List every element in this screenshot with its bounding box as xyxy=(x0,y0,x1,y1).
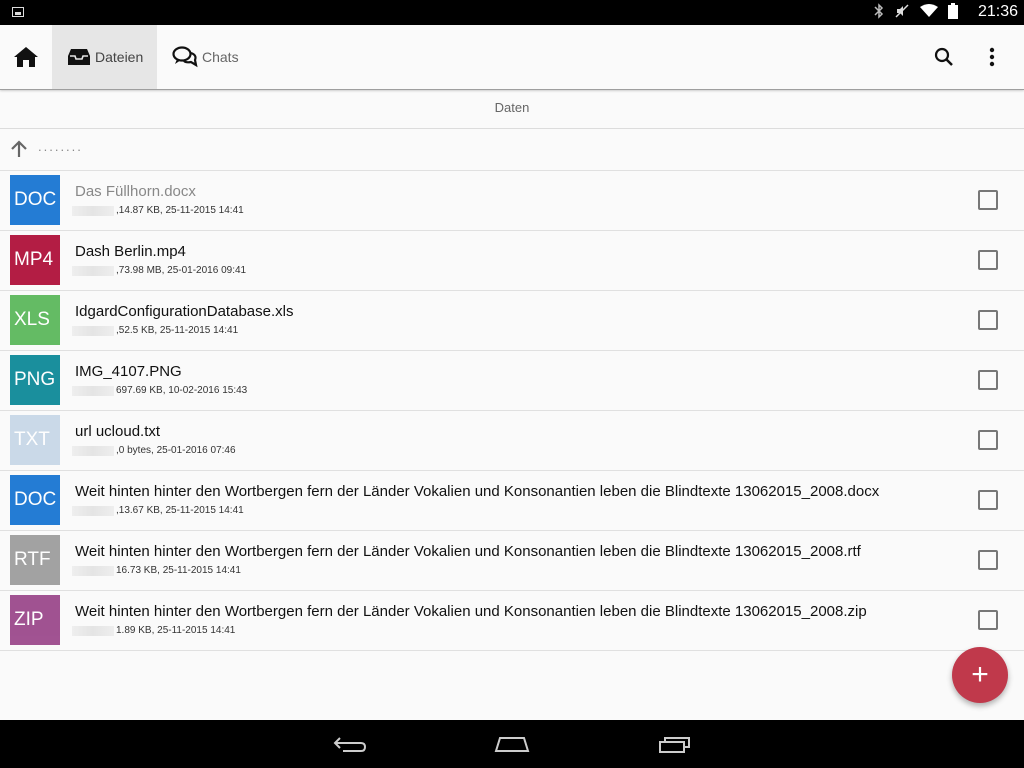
file-list: DOC Das Füllhorn.docx ,14.87 KB, 25-11-201… xyxy=(0,171,1024,651)
file-type-icon: TXT xyxy=(10,415,60,465)
file-meta: ,0 bytes, 25-01-2016 07:46 xyxy=(72,445,236,456)
navigation-bar xyxy=(0,720,1024,768)
file-row[interactable]: DOC Das Füllhorn.docx ,14.87 KB, 25-11-201… xyxy=(0,171,1024,231)
file-type-icon: PNG xyxy=(10,355,60,405)
more-vert-icon xyxy=(989,47,995,67)
file-row[interactable]: XLS IdgardConfigurationDatabase.xls ,52.5 … xyxy=(0,291,1024,351)
select-checkbox[interactable] xyxy=(978,310,998,330)
file-row[interactable]: TXT url ucloud.txt ,0 bytes, 25-01-2016 07… xyxy=(0,411,1024,471)
select-checkbox[interactable] xyxy=(978,250,998,270)
section-header: Daten xyxy=(0,90,1024,129)
wifi-icon xyxy=(920,3,938,22)
file-meta: ,52.5 KB, 25-11-2015 14:41 xyxy=(72,325,238,336)
redacted-owner xyxy=(72,445,114,456)
redacted-owner xyxy=(72,565,114,576)
arrow-up-icon xyxy=(11,140,27,157)
tab-dateien[interactable]: Dateien xyxy=(52,25,157,89)
file-size-date: 16.73 KB, 25-11-2015 14:41 xyxy=(116,565,241,576)
recents-button[interactable] xyxy=(636,720,716,768)
redacted-owner xyxy=(72,625,114,636)
file-type-icon: DOC xyxy=(10,475,60,525)
redacted-owner xyxy=(72,205,114,216)
file-type-icon: DOC xyxy=(10,175,60,225)
file-name: IdgardConfigurationDatabase.xls xyxy=(75,303,294,320)
search-icon xyxy=(934,47,953,66)
select-checkbox[interactable] xyxy=(978,430,998,450)
parent-directory-row[interactable]: ........ xyxy=(0,129,1024,171)
parent-path: ........ xyxy=(38,139,83,154)
bluetooth-icon xyxy=(874,2,884,23)
select-checkbox[interactable] xyxy=(978,610,998,630)
file-size-date: ,14.87 KB, 25-11-2015 14:41 xyxy=(116,205,244,216)
file-meta: ,73.98 MB, 25-01-2016 09:41 xyxy=(72,265,246,276)
inbox-icon xyxy=(68,49,90,65)
file-meta: ,13.67 KB, 25-11-2015 14:41 xyxy=(72,505,244,516)
file-name: Das Füllhorn.docx xyxy=(75,183,196,200)
file-size-date: ,73.98 MB, 25-01-2016 09:41 xyxy=(116,265,247,276)
search-button[interactable] xyxy=(920,25,968,89)
redacted-owner xyxy=(72,325,114,336)
clock: 21:36 xyxy=(977,3,1018,20)
file-row[interactable]: ZIP Weit hinten hinter den Wortbergen fer… xyxy=(0,591,1024,651)
overflow-menu-button[interactable] xyxy=(968,25,1016,89)
tab-chats-label: Chats xyxy=(202,49,239,65)
file-type-icon: ZIP xyxy=(10,595,60,645)
plus-icon: + xyxy=(971,658,989,691)
file-size-date: ,52.5 KB, 25-11-2015 14:41 xyxy=(116,325,239,336)
file-row[interactable]: MP4 Dash Berlin.mp4 ,73.98 MB, 25-01-2016 … xyxy=(0,231,1024,291)
file-name: Weit hinten hinter den Wortbergen fern d… xyxy=(75,543,861,560)
file-type-icon: MP4 xyxy=(10,235,60,285)
file-name: url ucloud.txt xyxy=(75,423,161,440)
home-icon xyxy=(14,47,38,67)
file-meta: 1.89 KB, 25-11-2015 14:41 xyxy=(72,625,235,636)
file-meta: ,14.87 KB, 25-11-2015 14:41 xyxy=(72,205,244,216)
redacted-owner xyxy=(72,505,114,516)
home-button[interactable] xyxy=(0,25,52,89)
recents-icon xyxy=(659,737,690,753)
select-checkbox[interactable] xyxy=(978,550,998,570)
toolbar: Dateien Chats xyxy=(0,25,1024,90)
file-name: Weit hinten hinter den Wortbergen fern d… xyxy=(75,603,867,620)
tab-dateien-label: Dateien xyxy=(95,49,144,65)
image-icon xyxy=(12,7,24,17)
mute-icon xyxy=(894,3,910,23)
file-meta: 697.69 KB, 10-02-2016 15:43 xyxy=(72,385,247,396)
select-checkbox[interactable] xyxy=(978,370,998,390)
file-size-date: 697.69 KB, 10-02-2016 15:43 xyxy=(116,385,248,396)
chat-icon xyxy=(172,46,198,68)
add-button[interactable]: + xyxy=(952,647,1008,703)
file-type-icon: RTF xyxy=(10,535,60,585)
file-size-date: ,13.67 KB, 25-11-2015 14:41 xyxy=(116,505,244,516)
select-checkbox[interactable] xyxy=(978,190,998,210)
status-bar: 21:36 xyxy=(0,0,1024,25)
file-name: Weit hinten hinter den Wortbergen fern d… xyxy=(75,483,880,500)
file-size-date: 1.89 KB, 25-11-2015 14:41 xyxy=(116,625,236,636)
home-icon xyxy=(494,737,530,752)
file-name: IMG_4107.PNG xyxy=(75,363,182,380)
select-checkbox[interactable] xyxy=(978,490,998,510)
file-row[interactable]: RTF Weit hinten hinter den Wortbergen fer… xyxy=(0,531,1024,591)
file-meta: 16.73 KB, 25-11-2015 14:41 xyxy=(72,565,241,576)
file-row[interactable]: PNG IMG_4107.PNG 697.69 KB, 10-02-2016 15:… xyxy=(0,351,1024,411)
home-nav-button[interactable] xyxy=(472,720,552,768)
tab-chats[interactable]: Chats xyxy=(157,25,252,89)
back-icon xyxy=(333,737,367,752)
file-type-icon: XLS xyxy=(10,295,60,345)
battery-icon xyxy=(948,2,958,23)
back-button[interactable] xyxy=(310,720,390,768)
status-icons xyxy=(874,2,958,23)
file-size-date: ,0 bytes, 25-01-2016 07:46 xyxy=(116,445,236,456)
file-name: Dash Berlin.mp4 xyxy=(75,243,186,260)
file-row[interactable]: DOC Weit hinten hinter den Wortbergen fer… xyxy=(0,471,1024,531)
redacted-owner xyxy=(72,265,114,276)
redacted-owner xyxy=(72,385,114,396)
